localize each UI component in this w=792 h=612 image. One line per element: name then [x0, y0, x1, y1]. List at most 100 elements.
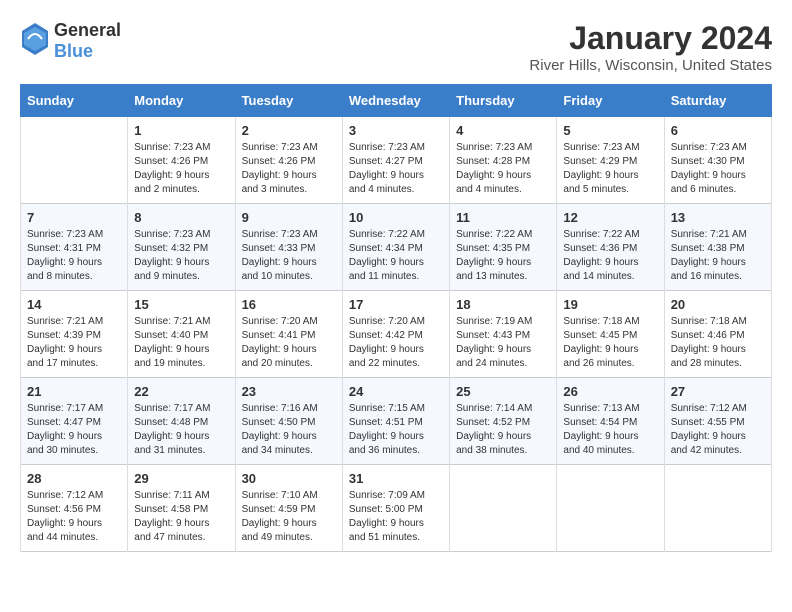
calendar-cell: 5 Sunrise: 7:23 AMSunset: 4:29 PMDayligh…: [557, 117, 664, 204]
calendar-cell: [557, 465, 664, 552]
day-number: 20: [671, 297, 765, 312]
cell-details: Sunrise: 7:23 AMSunset: 4:27 PMDaylight:…: [349, 141, 443, 197]
day-number: 9: [242, 210, 336, 225]
cell-details: Sunrise: 7:11 AMSunset: 4:58 PMDaylight:…: [134, 489, 228, 545]
calendar-cell: 12 Sunrise: 7:22 AMSunset: 4:36 PMDaylig…: [557, 204, 664, 291]
cell-details: Sunrise: 7:22 AMSunset: 4:35 PMDaylight:…: [456, 228, 550, 284]
calendar-week-row: 7 Sunrise: 7:23 AMSunset: 4:31 PMDayligh…: [21, 204, 772, 291]
logo-blue: Blue: [54, 41, 93, 61]
calendar-cell: 20 Sunrise: 7:18 AMSunset: 4:46 PMDaylig…: [664, 291, 771, 378]
day-header-sunday: Sunday: [21, 85, 128, 117]
day-header-monday: Monday: [128, 85, 235, 117]
calendar-cell: 21 Sunrise: 7:17 AMSunset: 4:47 PMDaylig…: [21, 378, 128, 465]
day-number: 6: [671, 123, 765, 138]
day-number: 26: [563, 384, 657, 399]
calendar-cell: 27 Sunrise: 7:12 AMSunset: 4:55 PMDaylig…: [664, 378, 771, 465]
cell-details: Sunrise: 7:12 AMSunset: 4:55 PMDaylight:…: [671, 402, 765, 458]
calendar-cell: 25 Sunrise: 7:14 AMSunset: 4:52 PMDaylig…: [450, 378, 557, 465]
day-number: 14: [27, 297, 121, 312]
month-year-title: January 2024: [529, 20, 772, 57]
cell-details: Sunrise: 7:19 AMSunset: 4:43 PMDaylight:…: [456, 315, 550, 371]
day-number: 7: [27, 210, 121, 225]
day-number: 22: [134, 384, 228, 399]
calendar-week-row: 14 Sunrise: 7:21 AMSunset: 4:39 PMDaylig…: [21, 291, 772, 378]
day-number: 27: [671, 384, 765, 399]
day-number: 10: [349, 210, 443, 225]
cell-details: Sunrise: 7:20 AMSunset: 4:41 PMDaylight:…: [242, 315, 336, 371]
day-number: 31: [349, 471, 443, 486]
day-number: 24: [349, 384, 443, 399]
cell-details: Sunrise: 7:23 AMSunset: 4:30 PMDaylight:…: [671, 141, 765, 197]
day-number: 21: [27, 384, 121, 399]
calendar-cell: 19 Sunrise: 7:18 AMSunset: 4:45 PMDaylig…: [557, 291, 664, 378]
calendar-cell: 15 Sunrise: 7:21 AMSunset: 4:40 PMDaylig…: [128, 291, 235, 378]
calendar-cell: 1 Sunrise: 7:23 AMSunset: 4:26 PMDayligh…: [128, 117, 235, 204]
cell-details: Sunrise: 7:18 AMSunset: 4:46 PMDaylight:…: [671, 315, 765, 371]
cell-details: Sunrise: 7:09 AMSunset: 5:00 PMDaylight:…: [349, 489, 443, 545]
calendar-cell: 30 Sunrise: 7:10 AMSunset: 4:59 PMDaylig…: [235, 465, 342, 552]
day-number: 15: [134, 297, 228, 312]
day-header-friday: Friday: [557, 85, 664, 117]
logo-icon: [20, 21, 50, 62]
cell-details: Sunrise: 7:23 AMSunset: 4:29 PMDaylight:…: [563, 141, 657, 197]
day-number: 8: [134, 210, 228, 225]
calendar-week-row: 1 Sunrise: 7:23 AMSunset: 4:26 PMDayligh…: [21, 117, 772, 204]
cell-details: Sunrise: 7:23 AMSunset: 4:28 PMDaylight:…: [456, 141, 550, 197]
calendar-cell: 16 Sunrise: 7:20 AMSunset: 4:41 PMDaylig…: [235, 291, 342, 378]
day-header-tuesday: Tuesday: [235, 85, 342, 117]
cell-details: Sunrise: 7:20 AMSunset: 4:42 PMDaylight:…: [349, 315, 443, 371]
day-number: 2: [242, 123, 336, 138]
day-number: 3: [349, 123, 443, 138]
calendar-cell: 22 Sunrise: 7:17 AMSunset: 4:48 PMDaylig…: [128, 378, 235, 465]
calendar-cell: 9 Sunrise: 7:23 AMSunset: 4:33 PMDayligh…: [235, 204, 342, 291]
day-number: 5: [563, 123, 657, 138]
day-number: 18: [456, 297, 550, 312]
cell-details: Sunrise: 7:16 AMSunset: 4:50 PMDaylight:…: [242, 402, 336, 458]
calendar-week-row: 28 Sunrise: 7:12 AMSunset: 4:56 PMDaylig…: [21, 465, 772, 552]
calendar-cell: 17 Sunrise: 7:20 AMSunset: 4:42 PMDaylig…: [342, 291, 449, 378]
cell-details: Sunrise: 7:15 AMSunset: 4:51 PMDaylight:…: [349, 402, 443, 458]
calendar-cell: 24 Sunrise: 7:15 AMSunset: 4:51 PMDaylig…: [342, 378, 449, 465]
day-header-saturday: Saturday: [664, 85, 771, 117]
day-number: 19: [563, 297, 657, 312]
day-number: 12: [563, 210, 657, 225]
calendar-cell: 3 Sunrise: 7:23 AMSunset: 4:27 PMDayligh…: [342, 117, 449, 204]
calendar-cell: 8 Sunrise: 7:23 AMSunset: 4:32 PMDayligh…: [128, 204, 235, 291]
cell-details: Sunrise: 7:23 AMSunset: 4:26 PMDaylight:…: [242, 141, 336, 197]
day-number: 4: [456, 123, 550, 138]
day-number: 16: [242, 297, 336, 312]
day-number: 13: [671, 210, 765, 225]
cell-details: Sunrise: 7:12 AMSunset: 4:56 PMDaylight:…: [27, 489, 121, 545]
calendar-week-row: 21 Sunrise: 7:17 AMSunset: 4:47 PMDaylig…: [21, 378, 772, 465]
calendar-cell: 29 Sunrise: 7:11 AMSunset: 4:58 PMDaylig…: [128, 465, 235, 552]
cell-details: Sunrise: 7:23 AMSunset: 4:32 PMDaylight:…: [134, 228, 228, 284]
title-block: January 2024 River Hills, Wisconsin, Uni…: [529, 20, 772, 74]
calendar-cell: 4 Sunrise: 7:23 AMSunset: 4:28 PMDayligh…: [450, 117, 557, 204]
calendar-cell: [664, 465, 771, 552]
calendar-cell: 7 Sunrise: 7:23 AMSunset: 4:31 PMDayligh…: [21, 204, 128, 291]
calendar-cell: [21, 117, 128, 204]
cell-details: Sunrise: 7:17 AMSunset: 4:48 PMDaylight:…: [134, 402, 228, 458]
calendar-cell: 28 Sunrise: 7:12 AMSunset: 4:56 PMDaylig…: [21, 465, 128, 552]
day-number: 17: [349, 297, 443, 312]
day-number: 1: [134, 123, 228, 138]
calendar-cell: 23 Sunrise: 7:16 AMSunset: 4:50 PMDaylig…: [235, 378, 342, 465]
day-header-thursday: Thursday: [450, 85, 557, 117]
cell-details: Sunrise: 7:10 AMSunset: 4:59 PMDaylight:…: [242, 489, 336, 545]
cell-details: Sunrise: 7:13 AMSunset: 4:54 PMDaylight:…: [563, 402, 657, 458]
location-subtitle: River Hills, Wisconsin, United States: [529, 57, 772, 74]
day-number: 23: [242, 384, 336, 399]
day-number: 25: [456, 384, 550, 399]
cell-details: Sunrise: 7:21 AMSunset: 4:38 PMDaylight:…: [671, 228, 765, 284]
cell-details: Sunrise: 7:23 AMSunset: 4:31 PMDaylight:…: [27, 228, 121, 284]
cell-details: Sunrise: 7:23 AMSunset: 4:26 PMDaylight:…: [134, 141, 228, 197]
day-number: 30: [242, 471, 336, 486]
cell-details: Sunrise: 7:21 AMSunset: 4:39 PMDaylight:…: [27, 315, 121, 371]
calendar-table: SundayMondayTuesdayWednesdayThursdayFrid…: [20, 84, 772, 552]
cell-details: Sunrise: 7:18 AMSunset: 4:45 PMDaylight:…: [563, 315, 657, 371]
cell-details: Sunrise: 7:17 AMSunset: 4:47 PMDaylight:…: [27, 402, 121, 458]
day-header-wednesday: Wednesday: [342, 85, 449, 117]
calendar-cell: 14 Sunrise: 7:21 AMSunset: 4:39 PMDaylig…: [21, 291, 128, 378]
logo-general: General: [54, 20, 121, 40]
calendar-cell: 6 Sunrise: 7:23 AMSunset: 4:30 PMDayligh…: [664, 117, 771, 204]
